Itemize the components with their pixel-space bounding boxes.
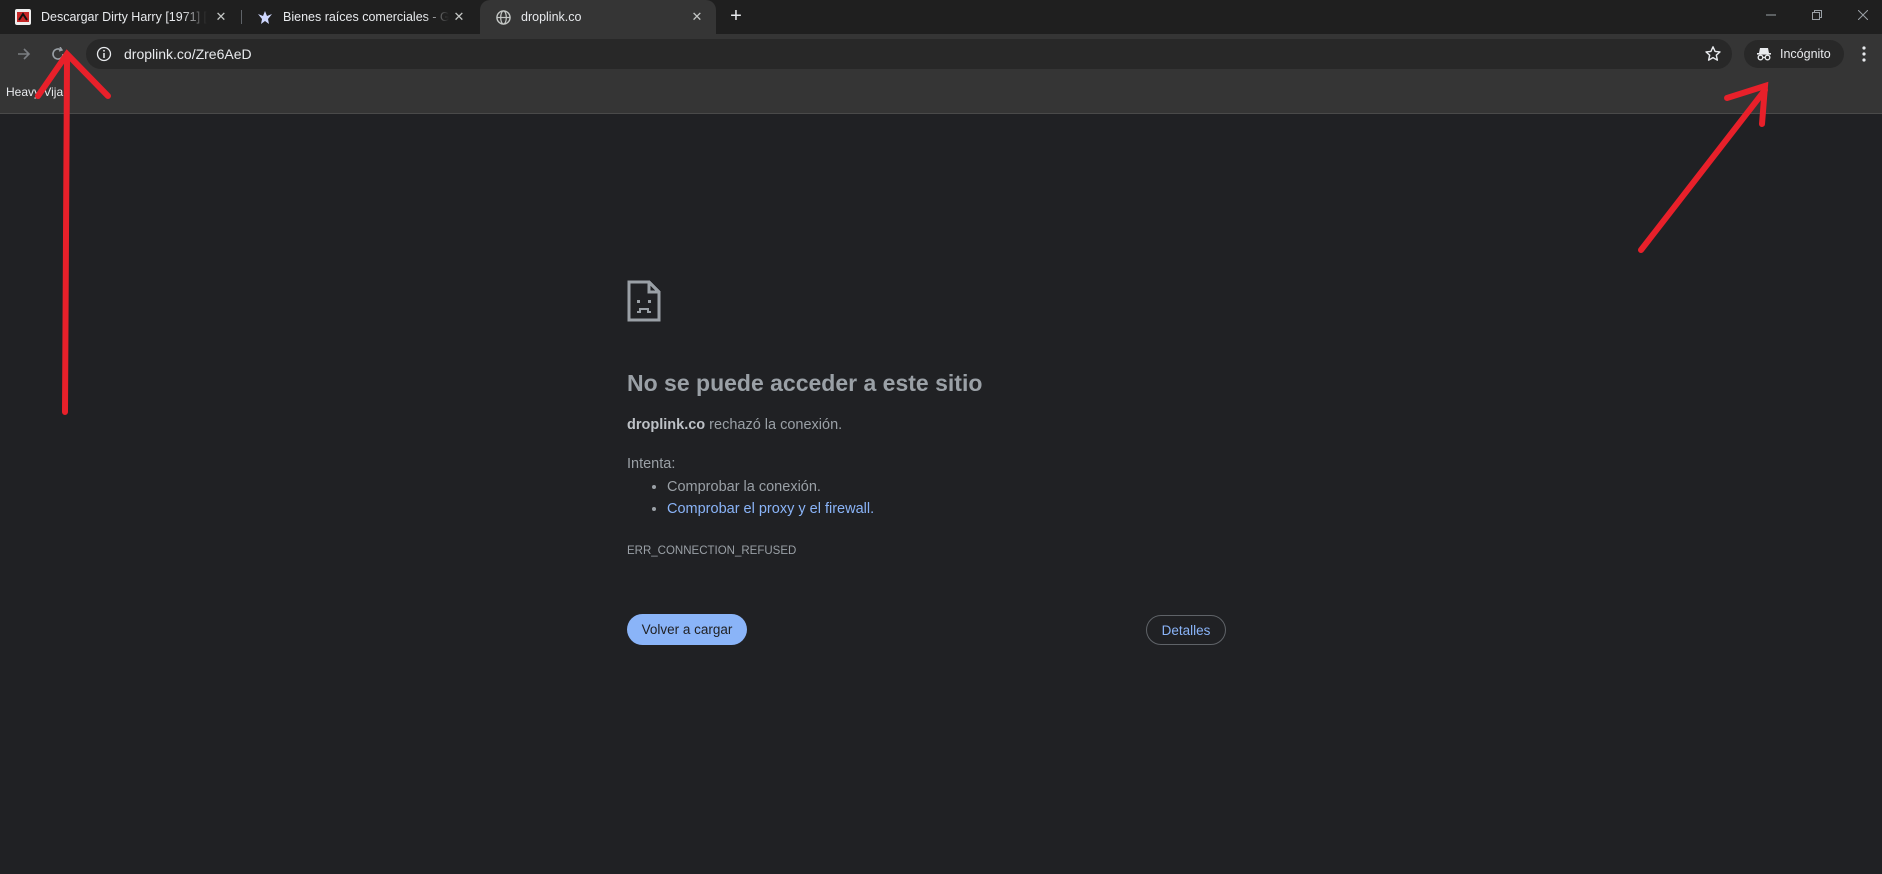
site-favicon [14, 8, 32, 26]
forward-button[interactable] [12, 42, 36, 66]
details-button[interactable]: Detalles [1146, 615, 1226, 645]
close-window-icon [1858, 10, 1868, 20]
toolbar: droplink.co/Zre6AeD Incógnito [0, 34, 1882, 74]
close-window-button[interactable] [1840, 0, 1882, 30]
error-code: ERR_CONNECTION_REFUSED [627, 545, 797, 557]
restore-icon [1812, 10, 1822, 20]
tab-title: droplink.co [521, 10, 582, 24]
eagle-icon [256, 8, 274, 26]
menu-button[interactable] [1854, 42, 1874, 66]
suggestion-item: Comprobar la conexión. [667, 479, 874, 495]
star-icon[interactable] [1704, 45, 1722, 63]
info-icon[interactable] [96, 46, 112, 62]
error-message-text: rechazó la conexión. [705, 417, 843, 433]
annotation-arrows [35, 49, 1769, 415]
suggestions-list: Comprobar la conexión. Comprobar el prox… [647, 479, 874, 523]
minimize-icon [1766, 14, 1776, 16]
tab-bienes-raices[interactable]: Bienes raíces comerciales - Gran ✕ [242, 0, 478, 34]
address-bar[interactable]: droplink.co/Zre6AeD [86, 39, 1732, 69]
try-label: Intenta: [627, 456, 676, 472]
reload-button[interactable] [46, 42, 70, 66]
reload-icon [52, 47, 64, 60]
more-vert-icon [1862, 46, 1866, 62]
annotation-arrow-right [1638, 87, 1768, 253]
incognito-icon [1756, 46, 1772, 62]
close-icon[interactable]: ✕ [688, 8, 706, 26]
restore-button[interactable] [1794, 0, 1840, 30]
arrow-right-icon [18, 48, 31, 60]
close-icon[interactable]: ✕ [450, 8, 468, 26]
reload-page-button[interactable]: Volver a cargar [627, 614, 747, 645]
tab-title: Bienes raíces comerciales - Gran [283, 10, 449, 24]
new-tab-button[interactable]: + [723, 4, 749, 30]
tab-strip: Descargar Dirty Harry [1971] [Bl ✕ Biene… [0, 0, 1882, 34]
globe-icon [494, 8, 512, 26]
close-icon[interactable]: ✕ [212, 8, 230, 26]
error-message: droplink.co rechazó la conexión. [627, 417, 842, 433]
error-host: droplink.co [627, 417, 706, 433]
error-title: No se puede acceder a este sitio [627, 370, 983, 396]
tab-title: Descargar Dirty Harry [1971] [Bl [41, 10, 207, 24]
sad-document-icon [627, 280, 661, 322]
incognito-label: Incógnito [1780, 47, 1831, 61]
tab-dirty-harry[interactable]: Descargar Dirty Harry [1971] [Bl ✕ [0, 0, 240, 34]
bookmark-item[interactable]: Heavy Vija [6, 85, 63, 99]
suggestion-item-proxy-link[interactable]: Comprobar el proxy y el firewall. [667, 501, 874, 517]
incognito-indicator[interactable]: Incógnito [1744, 40, 1844, 68]
bookmarks-bar: Heavy Vija [0, 74, 1882, 114]
url-text[interactable]: droplink.co/Zre6AeD [124, 39, 252, 69]
minimize-button[interactable] [1748, 0, 1794, 30]
tab-droplink[interactable]: droplink.co ✕ [480, 0, 716, 34]
